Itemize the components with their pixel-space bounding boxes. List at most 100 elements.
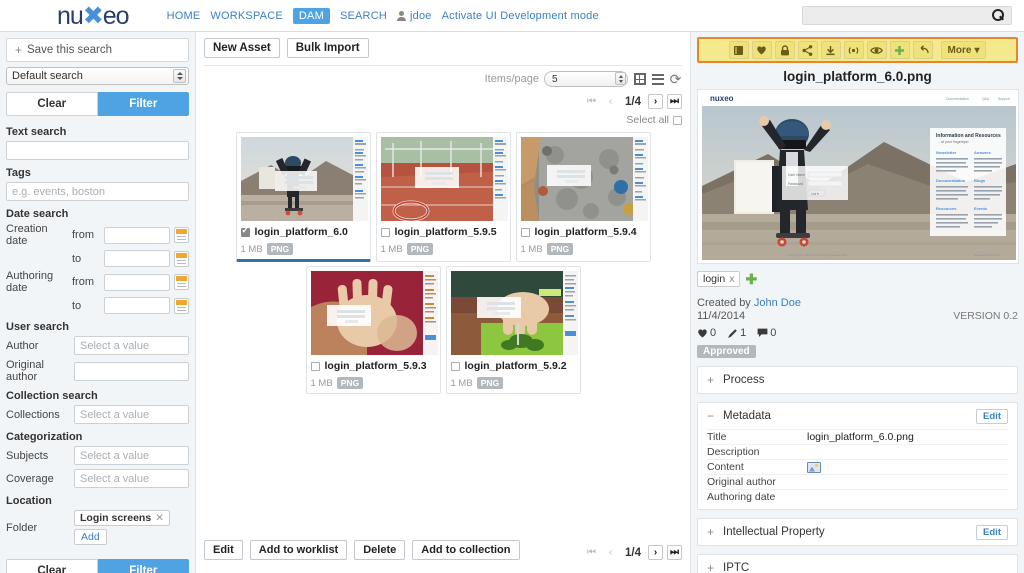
search-icon[interactable]: [992, 9, 1005, 22]
add-folder-button[interactable]: Add: [74, 529, 107, 545]
add-tag-icon[interactable]: ✚: [745, 272, 757, 286]
delete-button[interactable]: Delete: [354, 540, 406, 560]
select-all-checkbox[interactable]: [673, 115, 682, 125]
next-page-button-top[interactable]: ›: [648, 94, 663, 109]
document-preview[interactable]: nuxeo Documentation Q&A Support User Nam…: [697, 89, 1019, 264]
created-by-user[interactable]: John Doe: [754, 297, 801, 309]
asset-checkbox[interactable]: [380, 227, 390, 237]
subjects-input[interactable]: Select a value: [74, 446, 189, 465]
clear-button-bottom[interactable]: Clear: [6, 559, 98, 573]
accordion-process-header[interactable]: + Process: [698, 367, 1017, 393]
prev-page-button-top[interactable]: ‹: [603, 94, 618, 109]
original-author-input[interactable]: [74, 361, 189, 381]
close-icon[interactable]: x: [729, 273, 734, 285]
close-icon[interactable]: ✕: [155, 512, 164, 524]
nav-home[interactable]: HOME: [167, 10, 201, 22]
text-search-input[interactable]: [6, 141, 189, 160]
accordion-ip-header[interactable]: + Intellectual Property Edit: [698, 519, 1017, 545]
calendar-icon-2[interactable]: [174, 250, 189, 267]
comments-stat[interactable]: 0: [757, 327, 776, 339]
asset-card[interactable]: login_platform_5.9.2 1 MB PNG: [445, 266, 581, 394]
authoring-date-from-input[interactable]: [104, 273, 170, 291]
select-all-control[interactable]: Select all: [204, 114, 682, 126]
prev-page-button-bottom[interactable]: ‹: [603, 545, 618, 560]
metadata-edit-button[interactable]: Edit: [976, 408, 1008, 424]
new-asset-button[interactable]: New Asset: [204, 38, 280, 58]
asset-thumbnail[interactable]: [240, 137, 368, 221]
asset-thumbnail[interactable]: [380, 137, 508, 221]
asset-thumbnail[interactable]: [310, 271, 438, 355]
authoring-date-to-input[interactable]: [104, 297, 170, 314]
nav-workspace[interactable]: WORKSPACE: [210, 10, 283, 22]
saved-search-select[interactable]: Default search: [6, 67, 189, 85]
asset-checkbox[interactable]: [310, 361, 320, 371]
save-this-search-button[interactable]: + Save this search: [6, 38, 189, 62]
calendar-icon-1[interactable]: [174, 227, 189, 243]
calendar-icon-4[interactable]: [174, 297, 189, 314]
nav-dam[interactable]: DAM: [292, 7, 330, 24]
list-view-icon[interactable]: [651, 73, 664, 86]
asset-checkbox[interactable]: [520, 227, 530, 237]
filter-button-top[interactable]: Filter: [97, 92, 189, 116]
accordion-metadata-header[interactable]: − Metadata Edit: [698, 403, 1017, 429]
broadcast-icon[interactable]: [843, 41, 864, 59]
share-icon[interactable]: [797, 41, 818, 59]
grid-view-icon[interactable]: [633, 73, 646, 86]
download-icon[interactable]: [820, 41, 841, 59]
author-input[interactable]: Select a value: [74, 336, 189, 355]
asset-card[interactable]: login_platform_6.0 1 MB PNG: [235, 132, 371, 262]
document-tag[interactable]: login x: [697, 271, 741, 287]
image-thumbnail-icon[interactable]: [807, 461, 821, 473]
asset-thumbnail[interactable]: [520, 137, 648, 221]
asset-thumbnail[interactable]: [450, 271, 578, 355]
edit-button[interactable]: Edit: [204, 540, 243, 560]
last-page-button-bottom[interactable]: ⏭: [667, 545, 682, 560]
book-icon[interactable]: [728, 41, 749, 59]
items-per-page-stepper-icon[interactable]: [615, 72, 626, 85]
global-search-input[interactable]: [809, 9, 992, 22]
bulk-import-button[interactable]: Bulk Import: [286, 38, 369, 58]
creation-date-from-input[interactable]: [104, 226, 170, 244]
tags-input[interactable]: e.g. events, boston: [6, 182, 189, 201]
asset-card[interactable]: login_platform_5.9.3 1 MB PNG: [305, 266, 441, 394]
add-to-worklist-button[interactable]: Add to worklist: [249, 540, 348, 560]
last-page-button-top[interactable]: ⏭: [667, 94, 682, 109]
asset-card[interactable]: login_platform_5.9.5 1 MB PNG: [375, 132, 511, 262]
refresh-icon[interactable]: ⟳: [669, 72, 682, 86]
clear-button-top[interactable]: Clear: [6, 92, 98, 116]
nuxeo-logo[interactable]: nu ✖ eo: [57, 1, 130, 31]
next-page-button-bottom[interactable]: ›: [648, 545, 663, 560]
first-page-button-bottom[interactable]: ⏮: [584, 545, 599, 560]
eye-icon[interactable]: [866, 41, 887, 59]
asset-card[interactable]: login_platform_5.9.4 1 MB PNG: [515, 132, 651, 262]
username-label[interactable]: jdoe: [410, 10, 432, 22]
folder-chip[interactable]: Login screens ✕: [74, 510, 171, 526]
nav-search[interactable]: SEARCH: [340, 10, 387, 22]
heart-icon[interactable]: [751, 41, 772, 59]
reply-icon[interactable]: [912, 41, 933, 59]
coverage-input[interactable]: Select a value: [74, 469, 189, 488]
user-menu[interactable]: jdoe: [396, 10, 432, 22]
more-actions-button[interactable]: More ▾: [940, 41, 987, 59]
asset-checkbox[interactable]: [450, 361, 460, 371]
plus-icon[interactable]: [889, 41, 910, 59]
first-page-button-top[interactable]: ⏮: [584, 94, 599, 109]
lock-icon[interactable]: [774, 41, 795, 59]
asset-checkbox[interactable]: [240, 226, 250, 237]
accordion-intellectual-property[interactable]: + Intellectual Property Edit: [697, 518, 1018, 546]
collections-input[interactable]: Select a value: [74, 405, 189, 424]
accordion-iptc-header[interactable]: + IPTC: [698, 555, 1017, 573]
dev-mode-link[interactable]: Activate UI Development mode: [442, 10, 599, 22]
select-stepper-icon[interactable]: [173, 69, 186, 83]
edits-stat[interactable]: 1: [727, 327, 746, 339]
calendar-icon-3[interactable]: [174, 274, 189, 290]
accordion-metadata[interactable]: − Metadata Edit Title login_platform_6.0…: [697, 402, 1018, 510]
filter-button-bottom[interactable]: Filter: [97, 559, 189, 573]
global-search[interactable]: [802, 6, 1012, 25]
likes-stat[interactable]: 0: [697, 327, 716, 339]
ip-edit-button[interactable]: Edit: [976, 524, 1008, 540]
creation-date-to-input[interactable]: [104, 250, 170, 267]
add-to-collection-button[interactable]: Add to collection: [412, 540, 520, 560]
accordion-iptc[interactable]: + IPTC: [697, 554, 1018, 573]
accordion-process[interactable]: + Process: [697, 366, 1018, 394]
